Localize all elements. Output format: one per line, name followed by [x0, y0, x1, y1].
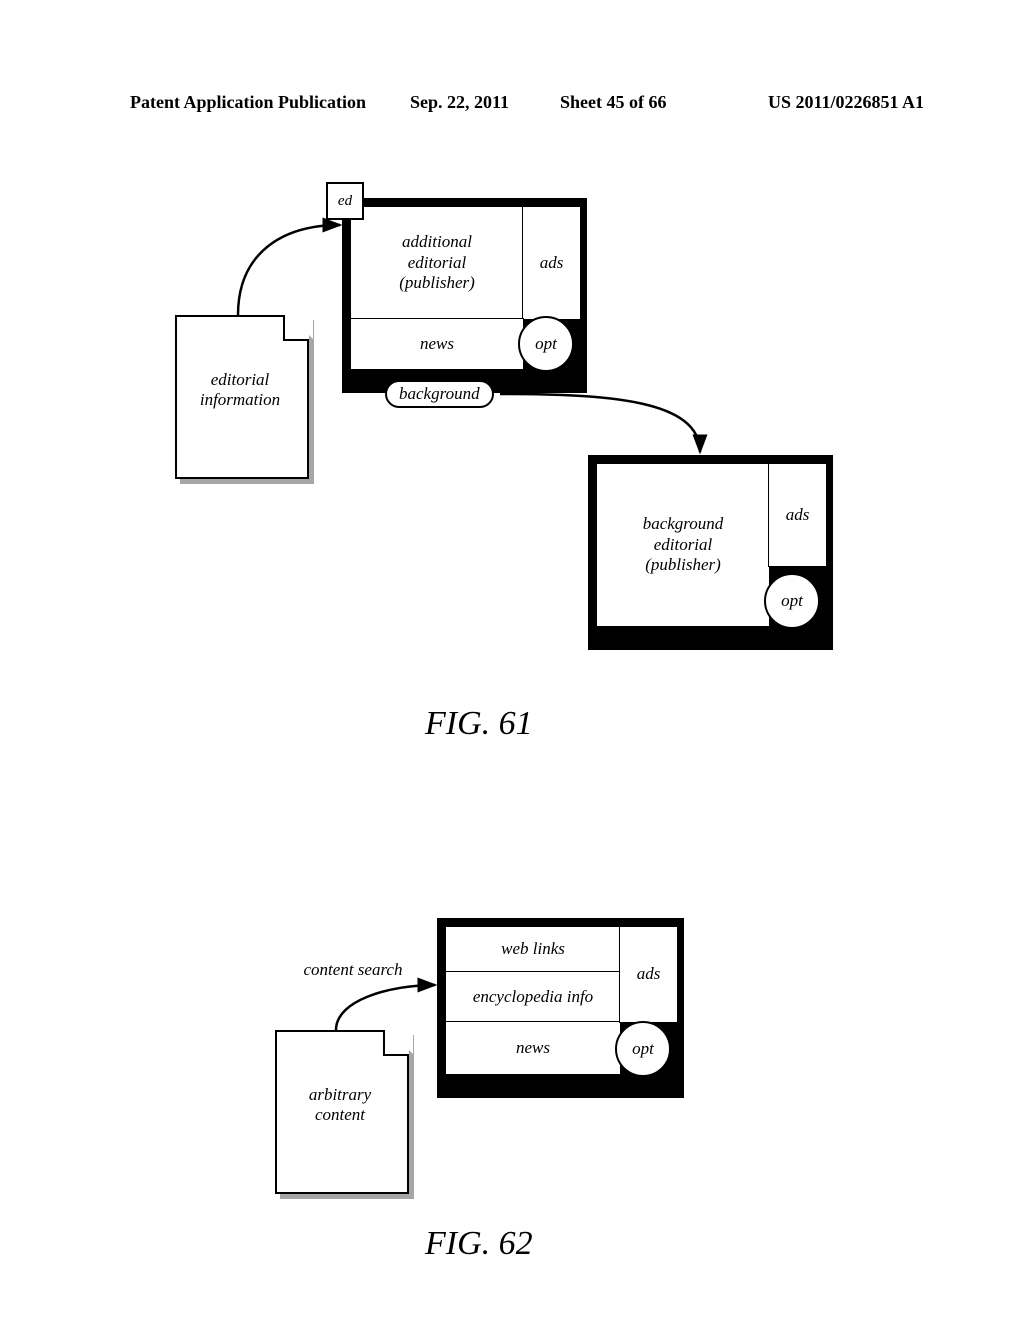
fig62-arrows	[0, 0, 1024, 1320]
fig62-caption: FIG. 62	[425, 1225, 533, 1263]
